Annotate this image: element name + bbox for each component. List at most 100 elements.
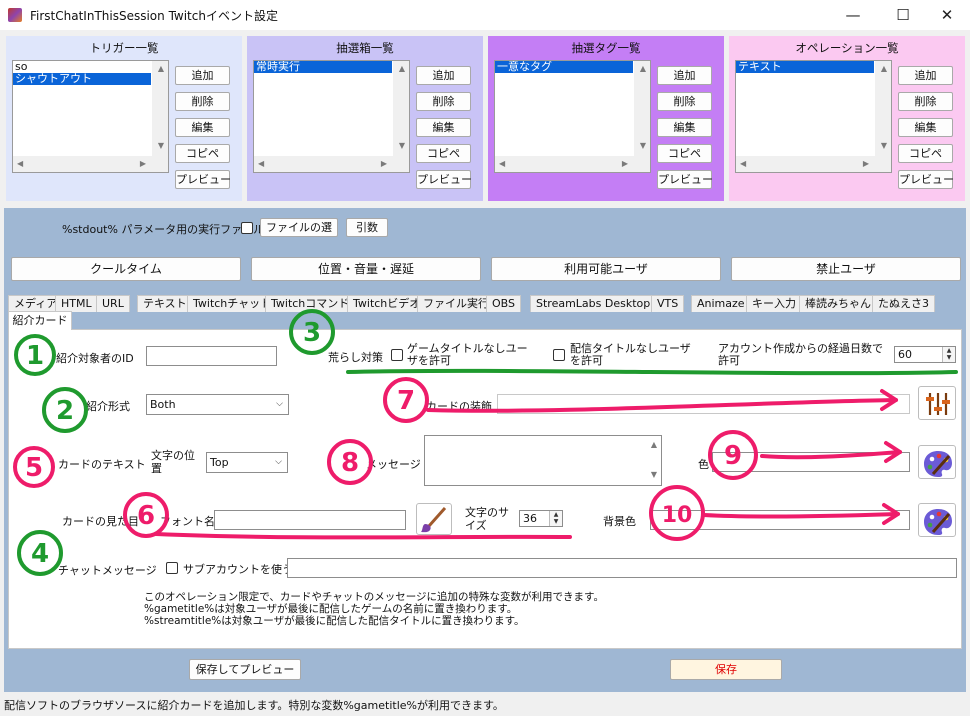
- delete-button[interactable]: 削除: [657, 92, 712, 111]
- copy-paste-button[interactable]: コピペ: [175, 144, 230, 163]
- allowed-users-button[interactable]: 利用可能ユーザ: [491, 257, 721, 281]
- add-button[interactable]: 追加: [416, 66, 471, 85]
- font-picker-button[interactable]: [416, 503, 452, 535]
- panel-listbox[interactable]: so シャウトアウト ▲ ▼ ◀ ▶: [12, 60, 169, 173]
- copy-paste-button[interactable]: コピペ: [657, 144, 712, 163]
- add-button[interactable]: 追加: [657, 66, 712, 85]
- tab-9[interactable]: StreamLabs Desktop: [530, 295, 657, 312]
- tab-intro-card[interactable]: 紹介カード: [8, 311, 72, 330]
- scroll-right-icon[interactable]: ▶: [381, 160, 387, 168]
- scroll-up-icon[interactable]: ▲: [640, 65, 646, 73]
- target-id-input[interactable]: [146, 346, 277, 366]
- tab-7[interactable]: ファイル実行: [417, 295, 495, 312]
- no-stream-title-checkbox[interactable]: [553, 349, 565, 361]
- panel-listbox[interactable]: 一意なタグ ▲ ▼ ◀ ▶: [494, 60, 651, 173]
- scroll-up-icon[interactable]: ▲: [651, 441, 657, 449]
- tab-4[interactable]: Twitchチャット: [187, 295, 278, 312]
- account-age-spinner[interactable]: 60 ▲ ▼: [894, 346, 956, 363]
- scroll-down-icon[interactable]: ▼: [640, 142, 646, 150]
- scroll-left-icon[interactable]: ◀: [499, 160, 505, 168]
- cooltime-button[interactable]: クールタイム: [11, 257, 241, 281]
- scroll-up-icon[interactable]: ▲: [158, 65, 164, 73]
- scroll-up-icon[interactable]: ▲: [881, 65, 887, 73]
- scroll-down-icon[interactable]: ▼: [881, 142, 887, 150]
- maximize-icon[interactable]: ☐: [880, 0, 926, 30]
- font-size-spinner[interactable]: 36 ▲ ▼: [519, 510, 563, 527]
- preview-button[interactable]: プレビュー: [898, 170, 954, 189]
- edit-button[interactable]: 編集: [657, 118, 712, 137]
- text-position-select[interactable]: Top ⌵: [206, 452, 288, 473]
- list-item[interactable]: 一意なタグ: [495, 61, 633, 73]
- add-button[interactable]: 追加: [898, 66, 953, 85]
- decoration-settings-button[interactable]: [918, 386, 956, 420]
- panel-title: 抽選箱一覧: [336, 41, 394, 55]
- minimize-icon[interactable]: —: [830, 0, 876, 30]
- scroll-down-icon[interactable]: ▼: [651, 471, 657, 479]
- app-icon: [8, 8, 22, 22]
- scroll-down-icon[interactable]: ▼: [399, 142, 405, 150]
- preview-button[interactable]: プレビュー: [657, 170, 713, 189]
- tab-11[interactable]: Animaze: [691, 295, 751, 312]
- bg-color-input[interactable]: [650, 510, 910, 530]
- list-item[interactable]: so: [13, 61, 151, 73]
- scroll-left-icon[interactable]: ◀: [258, 160, 264, 168]
- scroll-right-icon[interactable]: ▶: [622, 160, 628, 168]
- banned-users-button[interactable]: 禁止ユーザ: [731, 257, 961, 281]
- chevron-down-icon: ⌵: [276, 399, 283, 409]
- select-file-button[interactable]: ファイルの選: [260, 218, 338, 237]
- card-decoration-input[interactable]: [497, 394, 910, 414]
- save-button[interactable]: 保存: [670, 659, 782, 680]
- chat-message-input[interactable]: [287, 558, 957, 578]
- font-name-input[interactable]: [214, 510, 406, 530]
- panel-listbox[interactable]: 常時実行 ▲ ▼ ◀ ▶: [253, 60, 410, 173]
- list-item[interactable]: シャウトアウト: [13, 73, 151, 85]
- card-decoration-label: カードの装飾: [426, 400, 492, 413]
- delete-button[interactable]: 削除: [898, 92, 953, 111]
- save-and-preview-button[interactable]: 保存してプレビュー: [189, 659, 301, 680]
- position-volume-delay-button[interactable]: 位置・音量・遅延: [251, 257, 481, 281]
- spinner-arrows-icon[interactable]: ▲ ▼: [549, 511, 562, 526]
- scroll-up-icon[interactable]: ▲: [399, 65, 405, 73]
- delete-button[interactable]: 削除: [175, 92, 230, 111]
- sub-account-checkbox[interactable]: [166, 562, 178, 574]
- intro-format-select[interactable]: Both ⌵: [146, 394, 289, 415]
- scroll-right-icon[interactable]: ▶: [140, 160, 146, 168]
- scroll-left-icon[interactable]: ◀: [740, 160, 746, 168]
- bg-color-picker-button[interactable]: [918, 503, 956, 537]
- card-text-label: カードのテキスト: [58, 458, 146, 471]
- no-game-title-checkbox[interactable]: [391, 349, 403, 361]
- tab-13[interactable]: 棒読みちゃん: [799, 295, 877, 312]
- tab-3[interactable]: テキスト: [137, 295, 193, 312]
- scroll-down-icon[interactable]: ▼: [158, 142, 164, 150]
- tab-6[interactable]: Twitchビデオ: [347, 295, 427, 312]
- tab-8[interactable]: OBS: [486, 295, 521, 312]
- list-item[interactable]: 常時実行: [254, 61, 392, 73]
- add-button[interactable]: 追加: [175, 66, 230, 85]
- message-textarea[interactable]: ▲ ▼: [424, 435, 662, 486]
- preview-button[interactable]: プレビュー: [175, 170, 231, 189]
- copy-paste-button[interactable]: コピペ: [898, 144, 953, 163]
- text-color-picker-button[interactable]: [918, 445, 956, 479]
- list-item[interactable]: テキスト: [736, 61, 874, 73]
- tab-10[interactable]: VTS: [651, 295, 685, 312]
- tab-14[interactable]: たぬえさ3: [872, 295, 935, 312]
- spinner-arrows-icon[interactable]: ▲ ▼: [942, 347, 955, 362]
- text-color-input[interactable]: [712, 452, 910, 472]
- arguments-button[interactable]: 引数: [346, 218, 388, 237]
- edit-button[interactable]: 編集: [175, 118, 230, 137]
- tab-12[interactable]: キー入力: [746, 295, 802, 312]
- preview-button[interactable]: プレビュー: [416, 170, 472, 189]
- scroll-right-icon[interactable]: ▶: [863, 160, 869, 168]
- copy-paste-button[interactable]: コピペ: [416, 144, 471, 163]
- tab-5[interactable]: Twitchコマンド: [265, 295, 356, 312]
- close-icon[interactable]: ✕: [924, 0, 970, 30]
- delete-button[interactable]: 削除: [416, 92, 471, 111]
- stdout-checkbox[interactable]: [241, 222, 253, 234]
- tab-2[interactable]: URL: [96, 295, 130, 312]
- panel-listbox[interactable]: テキスト ▲ ▼ ◀ ▶: [735, 60, 892, 173]
- scroll-left-icon[interactable]: ◀: [17, 160, 23, 168]
- edit-button[interactable]: 編集: [898, 118, 953, 137]
- tab-1[interactable]: HTML: [55, 295, 98, 312]
- edit-button[interactable]: 編集: [416, 118, 471, 137]
- panel-title: オペレーション一覧: [795, 41, 899, 55]
